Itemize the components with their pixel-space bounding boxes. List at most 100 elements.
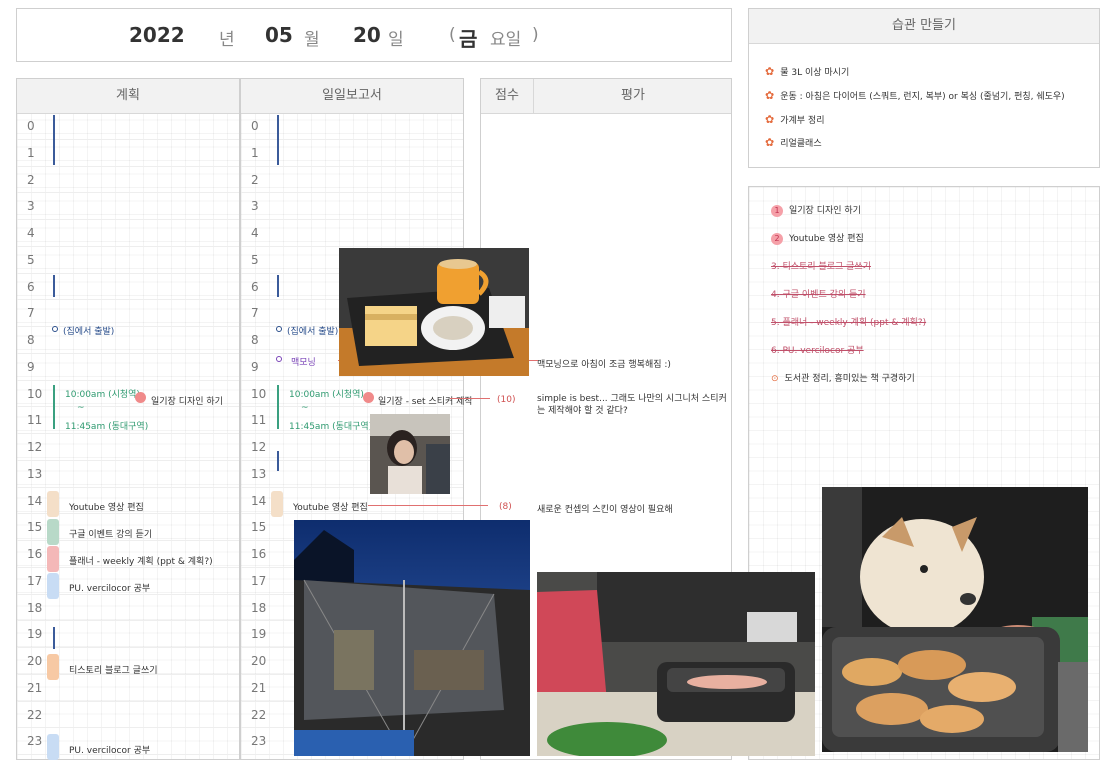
plan-time-end: 11:45am (동대구역) [65,422,149,432]
report-hour-label: 17 [251,573,267,588]
plan-note-google: 구글 이벤트 강의 듣기 [69,530,153,540]
report-hour-label: 6 [251,279,259,294]
plan-marker-7 [52,326,58,332]
dog-bbq-photo [822,487,1088,752]
plan-column: 계획 0 1 2 3 4 5 6 7 8 9 10 11 12 13 14 15 16 17 18 19 20 21 22 2… [16,78,240,760]
report-time-end: 11:45am (동대구역) [289,422,373,432]
plan-hour-label: 6 [27,279,35,294]
report-hour-label: 11 [251,413,267,428]
report-note-diary: 일기장 - set 스티커 제작 [378,397,473,407]
report-hour-label: 14 [251,493,267,508]
report-hour-row: 2 [241,167,463,194]
report-time-start: 10:00am (시청역) [289,390,364,400]
plan-hour-label: 9 [27,359,35,374]
eval-header: 평가 [621,88,645,103]
plan-line-19 [53,627,55,649]
report-time-tilde: ~ [301,403,309,413]
flower-icon: ✿ [765,65,775,78]
todo-num-4: 4. [771,290,780,300]
plan-tag-14 [47,491,59,517]
plan-hour-label: 1 [27,145,35,160]
plan-line-0-1 [53,115,55,165]
plan-hour-label: 5 [27,252,35,267]
report-hour-label: 9 [251,359,259,374]
report-tag-14 [271,491,283,517]
report-header: 일일보고서 [241,79,463,114]
eval-10: simple is best... 그래도 나만의 시그니처 스티커는 제작해야… [537,394,727,416]
todo-item-5: 5. 플래너 - weekly 계획 (ppt & 계획?) [771,315,926,328]
report-note-youtube: Youtube 영상 편집 [293,503,368,513]
night-camp-photo [294,520,530,756]
todo-num-7: ⊙ [771,374,779,384]
plan-note-diary: 일기장 디자인 하기 [151,397,223,407]
todo-item-1: 1 일기장 디자인 하기 [771,203,861,217]
plan-hour-label: 13 [27,466,43,481]
habit-item-1-text: 물 3L 이상 마시기 [780,68,850,78]
flower-icon: ✿ [765,89,775,102]
report-marker-8 [276,356,282,362]
eval-9: 맥모닝으로 아침이 조금 행복해짐 :) [537,360,671,370]
todo-item-6: 6. PU. vercilocor 공부 [771,343,864,356]
todo-text-4: 구글 이벤트 강의 듣기 [782,290,866,300]
plan-tag-16 [47,546,59,572]
bbq-grill-photo-art [537,572,815,756]
report-hour-label: 5 [251,252,259,267]
habit-item-1: ✿ 물 3L 이상 마시기 [765,65,849,78]
plan-highlight-dot [135,392,146,403]
report-hour-label: 12 [251,440,267,454]
plan-tag-17 [47,573,59,599]
todo-text-5: 플래너 - weekly 계획 (ppt & 계획?) [782,318,927,328]
habit-item-2: ✿ 운동 : 아침은 다이어트 (스쿼트, 런지, 복부) or 복싱 (줄넘기,… [765,89,1065,102]
plan-note-pu-2: PU. vercilocor 공부 [69,746,151,756]
report-hour-label: 3 [251,199,259,214]
todo-item-7: ⊙ 도서관 정리, 흥미있는 책 구경하기 [771,371,915,384]
plan-header: 계획 [17,79,239,114]
year-unit: 년 [219,30,235,50]
score-10: (10) [497,395,516,405]
arrow-youtube [368,505,488,506]
month-unit: 월 [304,30,320,50]
plan-hour-row: 7 [17,300,239,327]
report-hour-row: 0 [241,113,463,140]
arrow-diary [450,398,490,399]
selfie-photo-art [370,414,450,494]
night-camp-photo-art [294,520,530,756]
month-value: 05 [265,23,293,47]
report-hour-label: 18 [251,600,267,615]
report-hour-label: 7 [251,306,259,321]
plan-hour-label: 23 [27,734,43,749]
plan-hour-row: 2 [17,167,239,194]
plan-hour-label: 16 [27,547,43,561]
day-value: 20 [353,23,381,47]
plan-hour-row: 8 [17,327,239,354]
plan-hour-label: 4 [27,226,35,240]
year-value: 2022 [129,23,185,47]
plan-hour-row: 3 [17,193,239,220]
plan-hour-label: 2 [27,172,35,187]
plan-hour-label: 20 [27,654,43,668]
report-line-6 [277,275,279,297]
plan-hour-row: 4 [17,220,239,247]
habit-item-4: ✿ 리얼클래스 [765,136,822,149]
score-divider [533,79,534,113]
report-line-10-11 [277,385,279,429]
plan-hour-row: 19 [17,621,239,648]
report-hour-label: 23 [251,734,267,749]
todo-item-2: 2 Youtube 영상 편집 [771,231,864,245]
breakfast-photo [339,248,529,376]
todo-text-3: 티스토리 블로그 글쓰기 [782,262,871,272]
plan-hour-label: 22 [27,707,43,722]
report-marker-7 [276,326,282,332]
plan-hour-label: 8 [27,333,35,347]
flower-icon: ✿ [765,113,775,126]
plan-hour-row: 9 [17,354,239,381]
bbq-grill-photo [537,572,815,756]
report-hour-label: 21 [251,680,267,695]
plan-hour-row: 6 [17,274,239,301]
report-hour-label: 16 [251,547,267,561]
report-hour-row: 1 [241,140,463,167]
plan-hour-row: 12 [17,434,239,461]
report-hour-label: 1 [251,145,259,160]
report-line-12 [277,451,279,471]
plan-line-6 [53,275,55,297]
